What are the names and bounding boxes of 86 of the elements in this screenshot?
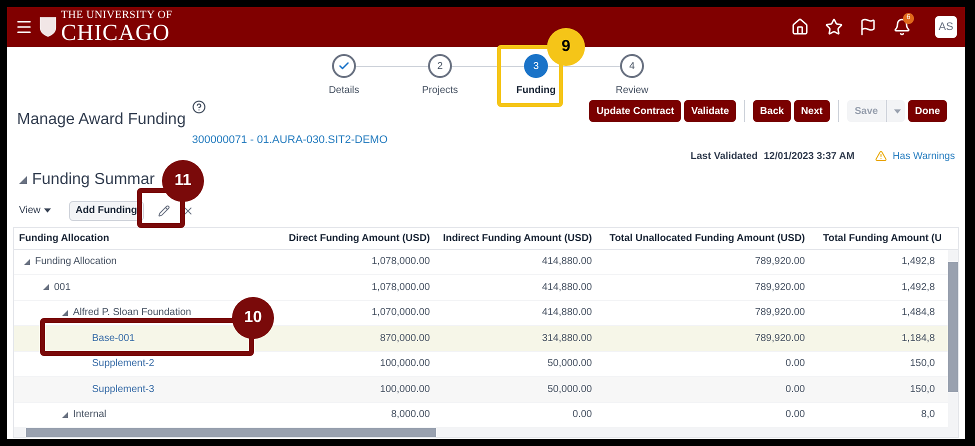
logo-text: THE UNIVERSITY OF xyxy=(61,10,172,21)
check-icon xyxy=(338,60,350,72)
bell-icon[interactable] xyxy=(893,18,911,36)
allocation-name[interactable]: Base-001 xyxy=(92,330,135,346)
table-cell-text: 789,920.00 xyxy=(754,255,806,270)
allocation-name: Funding Allocation xyxy=(35,255,117,270)
table-cell-text: 1,484,8 xyxy=(900,306,936,320)
table-cell-text: 50,000.00 xyxy=(546,357,593,372)
column-header[interactable]: Funding Allocation xyxy=(14,230,276,246)
expand-icon[interactable] xyxy=(24,258,30,265)
table-cell-text: 50,000.00 xyxy=(546,382,593,397)
award-link[interactable]: 300000071 - 01.AURA-030.SIT2-DEMO xyxy=(192,132,388,148)
last-validated-value: 12/01/2023 3:37 AM xyxy=(764,150,855,164)
add-funding-button[interactable]: Add Funding xyxy=(68,200,144,220)
allocation-name: Alfred P. Sloan Foundation xyxy=(73,306,192,320)
table-cell-text: 0.00 xyxy=(572,408,593,422)
table-cell-text: 1,184,8 xyxy=(900,332,936,346)
callout-badge: 11 xyxy=(162,160,204,202)
expand-icon[interactable] xyxy=(43,284,49,290)
expand-icon[interactable] xyxy=(62,310,68,316)
crest-icon xyxy=(39,14,57,40)
allocation-name[interactable]: Supplement-2 xyxy=(92,356,154,372)
action-button[interactable]: Done xyxy=(908,100,947,122)
section-title: Funding Summar xyxy=(32,170,155,190)
step-label[interactable]: Review xyxy=(616,83,648,98)
table-cell-text: 150,0 xyxy=(908,357,936,372)
table-cell-text: 414,880.00 xyxy=(540,255,593,270)
table-row[interactable]: Supplement-3 100,000.00 50,000.00 0.00 150,0 xyxy=(14,377,948,402)
table-cell-text: 0.00 xyxy=(784,408,806,422)
table-cell-text: 0.00 xyxy=(784,357,806,372)
home-icon[interactable] xyxy=(791,18,809,36)
allocation-name: 001 xyxy=(54,280,71,295)
column-header[interactable]: Indirect Funding Amount (USD) xyxy=(436,230,598,246)
allocation-name: Internal xyxy=(73,408,106,422)
close-icon[interactable] xyxy=(182,204,194,216)
warning-icon xyxy=(874,150,887,162)
logo-text: CHICAGO xyxy=(61,21,171,44)
table-cell-text: 1,492,8 xyxy=(900,255,936,270)
table-cell-text: 8,0 xyxy=(920,408,936,422)
action-button[interactable]: Validate xyxy=(684,100,736,122)
table-cell-text: 870,000.00 xyxy=(378,332,431,346)
horizontal-scrollbar[interactable] xyxy=(14,428,958,437)
action-button[interactable]: Back xyxy=(753,100,791,122)
step-label[interactable]: Funding xyxy=(516,83,556,98)
star-icon[interactable] xyxy=(825,18,843,36)
table-cell-text: 314,880.00 xyxy=(540,332,593,346)
table-cell-text: 1,078,000.00 xyxy=(370,280,431,295)
table-cell-text: 789,920.00 xyxy=(754,280,806,295)
warnings-link[interactable]: Has Warnings xyxy=(892,148,955,164)
expand-icon[interactable] xyxy=(19,176,27,184)
expand-icon[interactable] xyxy=(62,412,68,418)
column-header[interactable]: Total Unallocated Funding Amount (USD) xyxy=(598,230,811,246)
action-button[interactable]: Next xyxy=(794,100,830,122)
table-row[interactable]: Internal 8,000.00 0.00 0.00 8,0 xyxy=(14,402,948,428)
menu-icon[interactable] xyxy=(15,18,33,36)
table-cell-text: 1,492,8 xyxy=(900,280,936,295)
step-label[interactable]: Details xyxy=(328,83,360,98)
table-cell-text: 789,920.00 xyxy=(754,306,806,320)
table-row[interactable]: Funding Allocation 1,078,000.00 414,880.00 789,920.00 1,492,8 xyxy=(14,250,948,275)
table-cell-text: 414,880.00 xyxy=(540,306,593,320)
caret-icon xyxy=(894,108,901,114)
table-cell-text: 150,0 xyxy=(908,382,936,397)
caret-icon xyxy=(44,208,50,213)
table-cell-text: 1,078,000.00 xyxy=(370,255,431,270)
table-cell-text: 100,000.00 xyxy=(378,357,431,372)
column-header[interactable]: Direct Funding Amount (USD) xyxy=(276,230,436,246)
table-cell-text: 1,070,000.00 xyxy=(370,306,431,320)
table-cell-text: 789,920.00 xyxy=(754,332,806,346)
view-menu[interactable]: View xyxy=(19,203,50,218)
user-avatar[interactable]: AS xyxy=(935,16,957,38)
flag-icon[interactable] xyxy=(859,18,877,36)
edit-icon[interactable] xyxy=(158,204,170,216)
action-button[interactable]: Update Contract xyxy=(589,100,682,122)
table-cell-text: 8,000.00 xyxy=(390,408,431,422)
table-row[interactable]: Base-001 870,000.00 314,880.00 789,920.00 1,184,8 xyxy=(14,326,948,352)
table-cell-text: 100,000.00 xyxy=(378,382,431,397)
step-label[interactable]: Projects xyxy=(422,83,458,98)
table-cell-text: 0.00 xyxy=(784,382,806,397)
column-header[interactable]: Total Funding Amount (U xyxy=(811,230,941,246)
table-row[interactable]: Supplement-2 100,000.00 50,000.00 0.00 150,0 xyxy=(14,352,948,377)
table-cell-text: 414,880.00 xyxy=(540,280,593,295)
scrollbar[interactable] xyxy=(948,250,958,428)
help-icon[interactable] xyxy=(192,100,206,114)
page-title: Manage Award Funding xyxy=(17,110,186,130)
allocation-name[interactable]: Supplement-3 xyxy=(92,382,154,397)
last-validated-label: Last Validated xyxy=(690,150,758,164)
